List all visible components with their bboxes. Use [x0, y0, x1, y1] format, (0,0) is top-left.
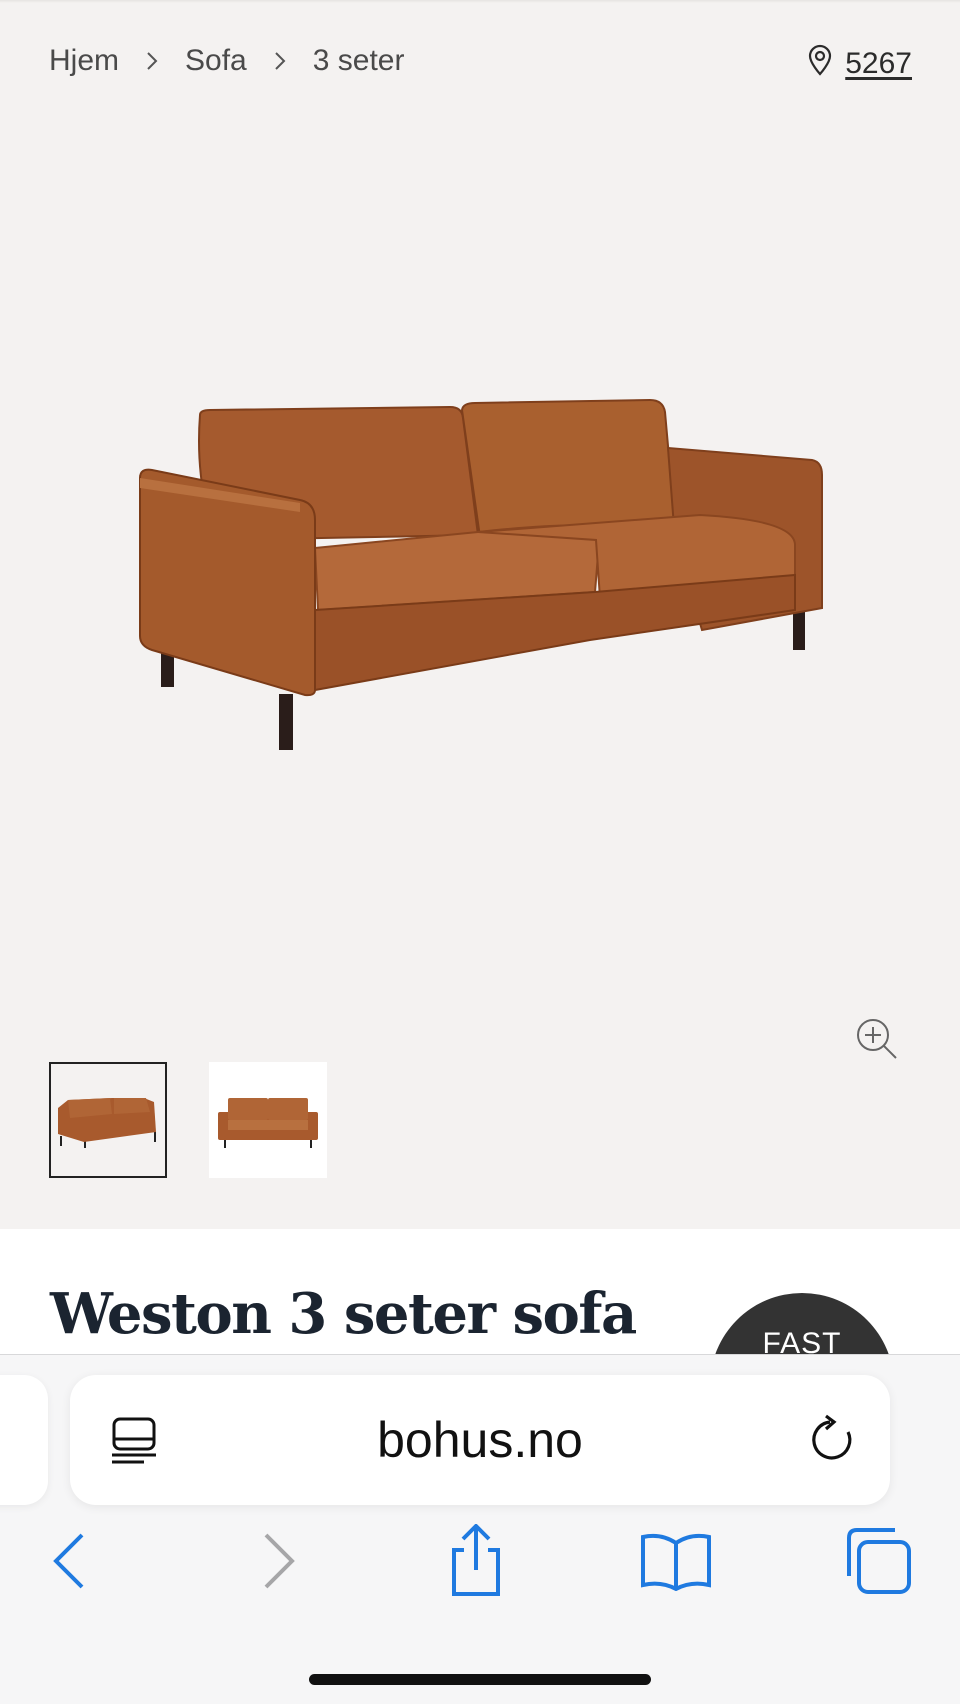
sofa-image[interactable] — [0, 110, 960, 1010]
bookmarks-icon — [639, 1531, 713, 1596]
thumbnail-1[interactable] — [49, 1062, 167, 1178]
breadcrumb-current: 3 seter — [312, 44, 405, 77]
reload-icon[interactable] — [806, 1413, 860, 1467]
browser-bottom-bar: bohus.no — [0, 1354, 960, 1704]
map-pin-icon — [807, 44, 833, 84]
store-location[interactable]: 5267 — [807, 44, 912, 84]
share-button[interactable] — [436, 1522, 516, 1603]
previous-tab-preview[interactable] — [0, 1375, 48, 1505]
tabs-button[interactable] — [838, 1523, 918, 1603]
address-bar[interactable]: bohus.no — [70, 1375, 890, 1505]
forward-button[interactable] — [238, 1523, 318, 1603]
product-image-area — [0, 110, 960, 1059]
tabs-icon — [843, 1526, 913, 1601]
browser-toolbar — [0, 1522, 960, 1603]
zoom-button[interactable] — [852, 1016, 902, 1066]
postal-code-link[interactable]: 5267 — [845, 47, 912, 81]
sofa-thumbnail-angled — [58, 1098, 156, 1148]
product-info: Weston 3 seter sofa FAST — [0, 1229, 960, 1354]
home-indicator — [309, 1674, 651, 1685]
fast-badge: FAST — [710, 1293, 894, 1354]
back-icon — [50, 1531, 90, 1596]
breadcrumb-sofa[interactable]: Sofa — [185, 44, 247, 78]
breadcrumb: Hjem Sofa 3 seter — [49, 44, 404, 78]
zoom-in-icon — [855, 1017, 899, 1066]
url-text: bohus.no — [377, 1412, 583, 1468]
thumbnail-2[interactable] — [209, 1062, 327, 1178]
chevron-right-icon — [145, 50, 159, 72]
product-title: Weston 3 seter sofa — [50, 1281, 637, 1347]
breadcrumb-home[interactable]: Hjem — [49, 44, 119, 78]
sofa-thumbnail-front — [218, 1098, 318, 1148]
forward-icon — [258, 1531, 298, 1596]
bookmarks-button[interactable] — [636, 1523, 716, 1603]
back-button[interactable] — [30, 1523, 110, 1603]
share-icon — [446, 1522, 506, 1603]
top-divider — [0, 0, 960, 3]
chevron-right-icon — [273, 50, 287, 72]
